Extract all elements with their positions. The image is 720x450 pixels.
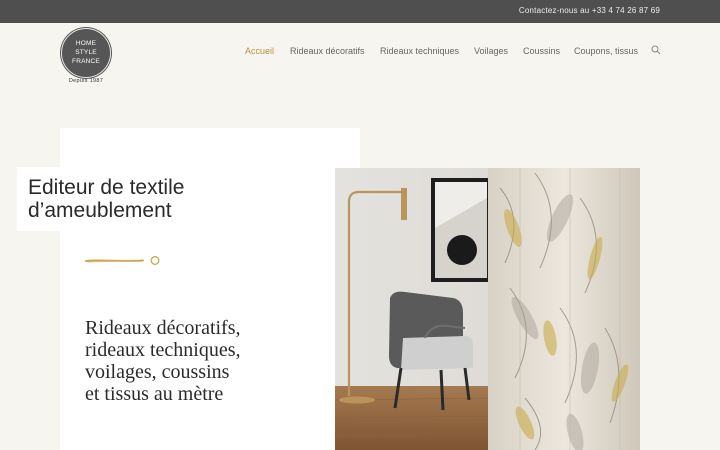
hero-title: Editeur de textile d’ameublement xyxy=(28,176,243,222)
subtitle-line-3: voilages, coussins xyxy=(85,361,230,383)
logo-line-style: STYLE xyxy=(75,49,97,56)
site-logo[interactable]: HOME STYLE FRANCE xyxy=(61,28,111,78)
subtitle-line-4: et tissus au mètre xyxy=(85,383,224,405)
logo-text: HOME STYLE FRANCE xyxy=(62,39,110,66)
logo-tagline: Depuis 1987 xyxy=(68,78,104,84)
top-bar: Contactez-nous au +33 4 74 26 87 69 xyxy=(0,0,720,23)
hero-subtitle: Rideaux décoratifs, rideaux techniques, … xyxy=(85,317,325,405)
subtitle-line-1: Rideaux décoratifs, xyxy=(85,317,241,339)
hero-title-line-1: Editeur de textile xyxy=(28,176,185,199)
subtitle-line-2: rideaux techniques, xyxy=(85,339,241,361)
nav-item-rideaux-decoratifs[interactable]: Rideaux décoratifs xyxy=(290,46,365,56)
logo-line-france: FRANCE xyxy=(72,58,100,65)
search-icon[interactable] xyxy=(651,45,661,55)
contact-phone-link[interactable]: Contactez-nous au +33 4 74 26 87 69 xyxy=(519,6,660,15)
nav-item-voilages[interactable]: Voilages xyxy=(474,46,508,56)
hero-title-line-2: d’ameublement xyxy=(28,199,172,222)
logo-line-home: HOME xyxy=(75,40,97,47)
nav-item-coussins[interactable]: Coussins xyxy=(523,46,560,56)
gold-brushstroke-icon xyxy=(85,256,160,265)
hero-photo xyxy=(335,168,640,450)
nav-item-accueil[interactable]: Accueil xyxy=(245,46,274,56)
living-room-curtain-image xyxy=(335,168,640,450)
nav-item-coupons-tissus[interactable]: Coupons, tissus xyxy=(574,46,638,56)
nav-item-rideaux-techniques[interactable]: Rideaux techniques xyxy=(380,46,459,56)
